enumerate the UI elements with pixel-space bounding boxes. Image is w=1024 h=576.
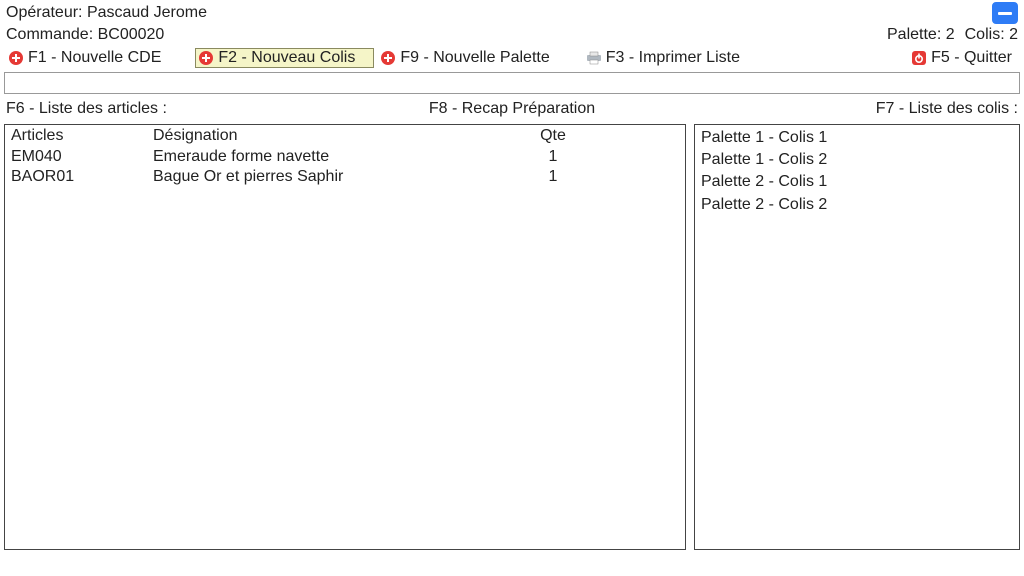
table-row[interactable]: BAOR01 Bague Or et pierres Saphir 1 <box>5 167 685 187</box>
order-number: BC00020 <box>98 26 165 43</box>
article-designation: Emeraude forme navette <box>153 148 513 166</box>
article-qte: 1 <box>513 148 593 166</box>
minimize-icon <box>998 12 1012 15</box>
operator-name: Pascaud Jerome <box>87 4 207 21</box>
palette-label: Palette: <box>887 26 941 43</box>
f3-print-list-button[interactable]: F3 - Imprimer Liste <box>584 48 746 68</box>
article-qte: 1 <box>513 168 593 186</box>
article-designation: Bague Or et pierres Saphir <box>153 168 513 186</box>
printer-icon <box>586 50 602 66</box>
toolbar: F1 - Nouvelle CDE F2 - Nouveau Colis F9 … <box>0 46 1024 72</box>
power-icon <box>911 50 927 66</box>
plus-circle-icon <box>198 50 214 66</box>
f1-label: F1 - Nouvelle CDE <box>28 49 161 67</box>
f6-articles-header[interactable]: F6 - Liste des articles : <box>6 100 167 118</box>
operator-label: Opérateur: <box>6 4 82 21</box>
f5-label: F5 - Quitter <box>931 49 1012 67</box>
counts: Palette: 2 Colis: 2 <box>887 24 1018 46</box>
f9-label: F9 - Nouvelle Palette <box>400 49 549 67</box>
article-code: BAOR01 <box>11 168 153 186</box>
colis-count: 2 <box>1009 26 1018 43</box>
f3-label: F3 - Imprimer Liste <box>606 49 740 67</box>
palette-count: 2 <box>946 26 955 43</box>
order-info: Commande: BC00020 <box>6 24 164 46</box>
list-item[interactable]: Palette 2 - Colis 1 <box>701 171 1013 193</box>
search-input[interactable] <box>4 72 1020 94</box>
minimize-button[interactable] <box>992 2 1018 24</box>
col-designation: Désignation <box>153 127 513 145</box>
list-item[interactable]: Palette 1 - Colis 2 <box>701 149 1013 171</box>
list-item[interactable]: Palette 1 - Colis 1 <box>701 127 1013 149</box>
colis-label: Colis: <box>965 26 1005 43</box>
article-code: EM040 <box>11 148 153 166</box>
f8-recap-header[interactable]: F8 - Recap Préparation <box>429 100 595 118</box>
table-row[interactable]: EM040 Emeraude forme navette 1 <box>5 147 685 167</box>
col-qte: Qte <box>513 127 593 145</box>
list-item[interactable]: Palette 2 - Colis 2 <box>701 194 1013 216</box>
f1-new-order-button[interactable]: F1 - Nouvelle CDE <box>6 48 167 68</box>
col-articles: Articles <box>11 127 153 145</box>
articles-header-row: Articles Désignation Qte <box>5 125 685 147</box>
operator-info: Opérateur: Pascaud Jerome <box>6 2 207 24</box>
colis-panel: Palette 1 - Colis 1 Palette 1 - Colis 2 … <box>694 124 1020 550</box>
f2-new-colis-button[interactable]: F2 - Nouveau Colis <box>195 48 374 68</box>
f9-new-palette-button[interactable]: F9 - Nouvelle Palette <box>378 48 555 68</box>
articles-panel: Articles Désignation Qte EM040 Emeraude … <box>4 124 686 550</box>
plus-circle-icon <box>380 50 396 66</box>
f5-quit-button[interactable]: F5 - Quitter <box>909 48 1018 68</box>
f2-label: F2 - Nouveau Colis <box>218 49 355 67</box>
f7-colis-header[interactable]: F7 - Liste des colis : <box>876 100 1018 118</box>
plus-circle-icon <box>8 50 24 66</box>
order-label: Commande: <box>6 26 93 43</box>
